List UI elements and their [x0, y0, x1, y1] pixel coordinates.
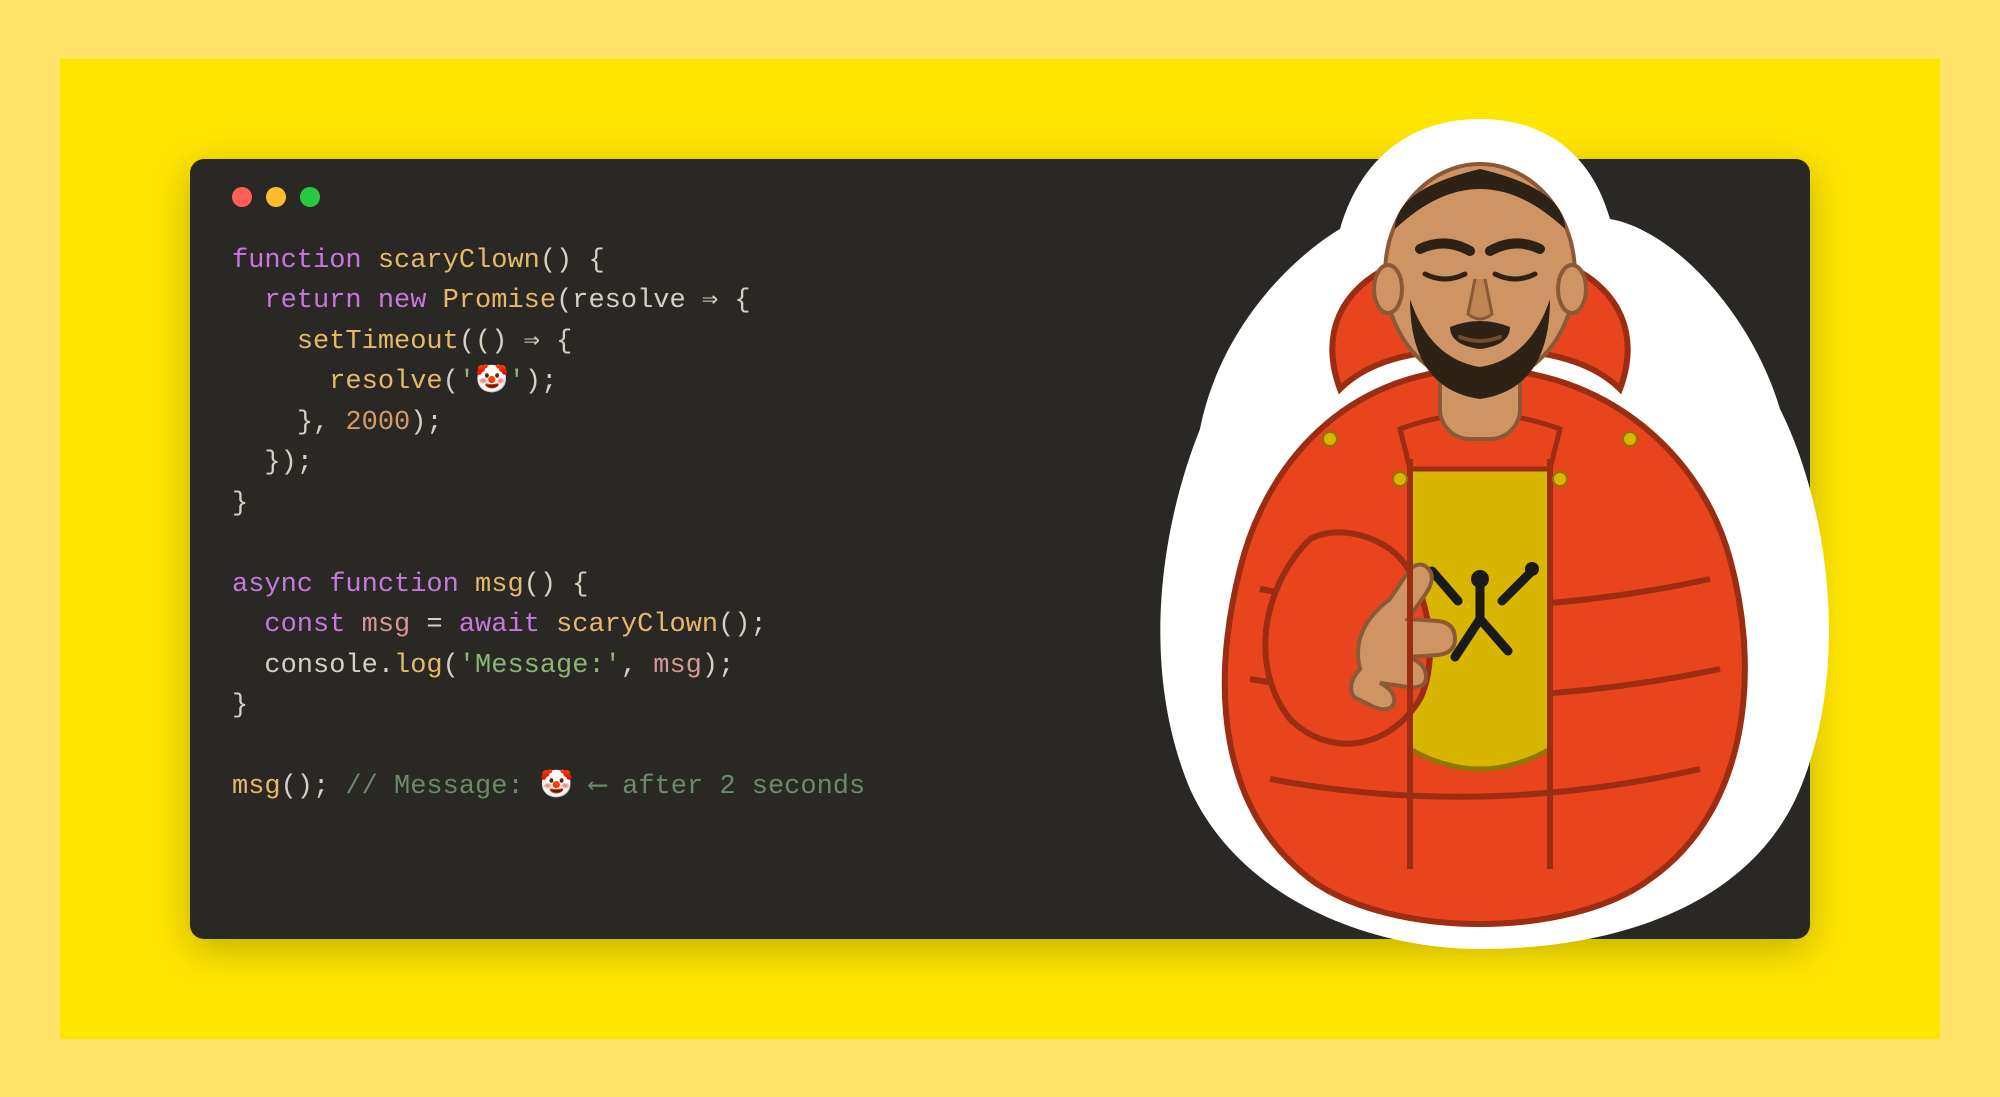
maximize-dot-icon[interactable] — [300, 187, 320, 207]
keyword-await: await — [459, 610, 540, 640]
number-2000: 2000 — [345, 408, 410, 438]
method-log: log — [394, 651, 443, 681]
class-promise: Promise — [443, 286, 556, 316]
keyword-new: new — [378, 286, 427, 316]
string-clown: '🤡' — [459, 367, 525, 397]
fn-resolve: resolve — [329, 367, 442, 397]
keyword-function: function — [329, 570, 459, 600]
var-msg: msg — [362, 610, 411, 640]
fn-msg: msg — [475, 570, 524, 600]
keyword-return: return — [264, 286, 361, 316]
comment-output: // Message: 🤡 ⟵ after 2 seconds — [329, 772, 865, 802]
window-traffic-lights — [232, 187, 1768, 207]
close-dot-icon[interactable] — [232, 187, 252, 207]
fn-name: scaryClown — [378, 246, 540, 276]
string-message: 'Message:' — [459, 651, 621, 681]
keyword-async: async — [232, 570, 313, 600]
minimize-dot-icon[interactable] — [266, 187, 286, 207]
keyword-function: function — [232, 246, 362, 276]
canvas-background: function scaryClown() { return new Promi… — [60, 59, 1940, 1039]
keyword-const: const — [264, 610, 345, 640]
code-block: function scaryClown() { return new Promi… — [232, 241, 1768, 808]
code-editor-window: function scaryClown() { return new Promi… — [190, 159, 1810, 939]
fn-settimeout: setTimeout — [297, 327, 459, 357]
